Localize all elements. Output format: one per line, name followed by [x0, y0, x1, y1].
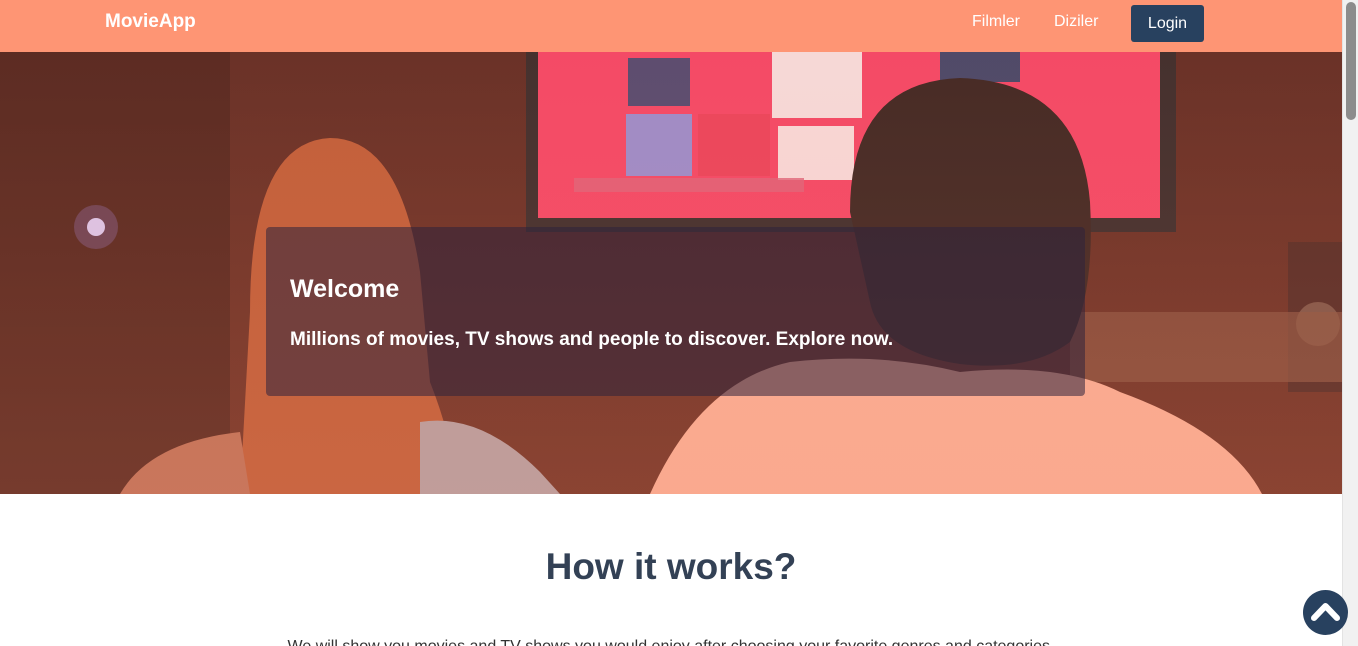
brand-logo[interactable]: MovieApp — [105, 11, 196, 33]
welcome-subtitle: Millions of movies, TV shows and people … — [290, 329, 894, 350]
scroll-to-top-button[interactable] — [1303, 590, 1348, 635]
page-scrollbar[interactable] — [1342, 0, 1358, 646]
navbar: MovieApp Filmler Diziler Login — [0, 0, 1342, 52]
chevron-up-icon — [1311, 603, 1340, 621]
hero-section: Welcome Millions of movies, TV shows and… — [0, 52, 1342, 494]
how-it-works-title: How it works? — [545, 546, 797, 587]
how-it-works-text: We will show you movies and TV shows you… — [0, 638, 1342, 646]
nav-link-diziler[interactable]: Diziler — [1054, 13, 1098, 31]
welcome-box: Welcome Millions of movies, TV shows and… — [266, 227, 1085, 396]
scrollbar-thumb[interactable] — [1346, 2, 1356, 120]
welcome-title: Welcome — [290, 275, 400, 303]
page: MovieApp Filmler Diziler Login Welcome M… — [0, 0, 1342, 646]
nav-link-filmler[interactable]: Filmler — [972, 13, 1020, 31]
login-button[interactable]: Login — [1131, 5, 1204, 42]
